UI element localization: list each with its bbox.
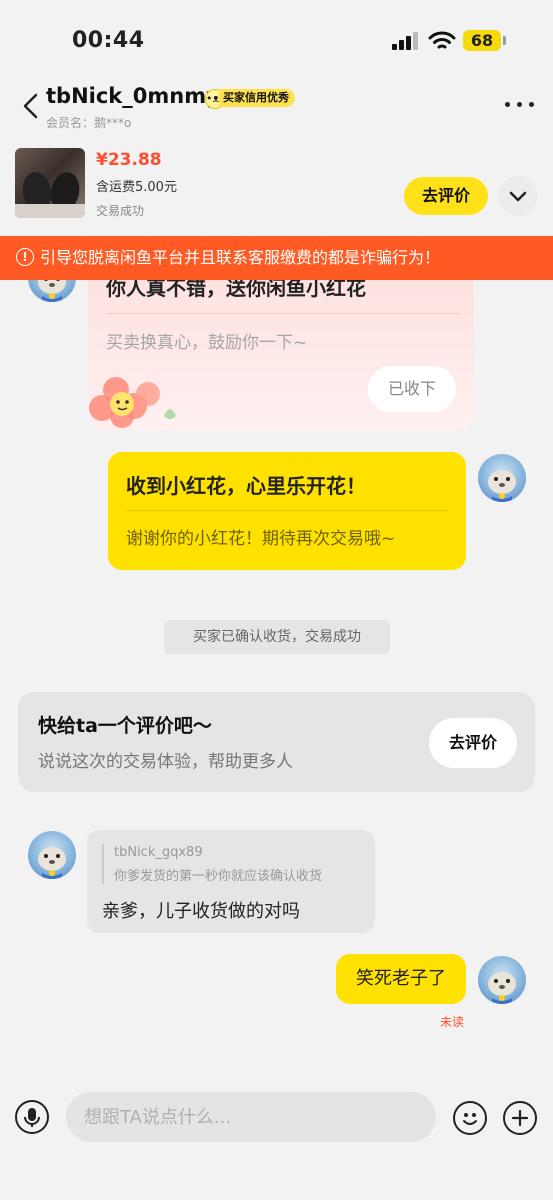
flower-card-subtitle: 买卖换真心，鼓励你一下~	[106, 333, 308, 353]
quote-bar	[102, 844, 104, 884]
chat-partner-nickname[interactable]: tbNick_0mnmy	[46, 84, 220, 108]
trade-status: 交易成功	[96, 204, 145, 218]
my-avatar[interactable]	[478, 956, 526, 1004]
review-button[interactable]: 去评价	[404, 177, 488, 215]
wifi-icon	[428, 31, 456, 49]
member-name: 会员名：鹅***o	[46, 116, 132, 130]
cellular-signal-icon	[392, 32, 420, 50]
received-button[interactable]: 已收下	[368, 366, 456, 412]
plus-icon[interactable]	[503, 1101, 537, 1135]
alert-circle-icon: !	[16, 248, 34, 266]
credit-badge[interactable]: 买家信用优秀	[219, 89, 295, 107]
status-time: 00:44	[72, 28, 145, 53]
microphone-icon[interactable]	[15, 1100, 49, 1134]
battery-tip	[503, 36, 506, 45]
fraud-warning-banner: ! 引导您脱离闲鱼平台并且联系客服缴费的都是诈骗行为！	[0, 236, 553, 280]
message-input[interactable]	[66, 1092, 436, 1142]
my-flower-reply-subtitle: 谢谢你的小红花！期待再次交易哦~	[126, 529, 396, 549]
smiley-icon[interactable]	[453, 1101, 487, 1135]
product-shipping: 含运费5.00元	[96, 180, 177, 195]
system-message: 买家已确认收货，交易成功	[164, 620, 390, 654]
battery-indicator: 68	[463, 30, 501, 51]
my-message-bubble[interactable]: 笑死老子了	[336, 954, 466, 1004]
flower-mascot-icon	[89, 377, 176, 428]
review-prompt-subtitle: 说说这次的交易体验，帮助更多人	[38, 752, 293, 772]
product-price: ¥23.88	[96, 150, 162, 170]
my-avatar[interactable]	[478, 454, 526, 502]
fraud-warning-text: 引导您脱离闲鱼平台并且联系客服缴费的都是诈骗行为！	[40, 248, 441, 267]
chevron-left-icon[interactable]	[20, 92, 44, 120]
my-flower-reply-title: 收到小红花，心里乐开花！	[126, 474, 366, 498]
chevron-down-icon[interactable]	[498, 176, 538, 216]
review-prompt-button[interactable]: 去评价	[429, 718, 517, 768]
review-prompt-title: 快给ta一个评价吧～	[38, 715, 212, 737]
read-status: 未读	[440, 1015, 465, 1029]
more-dots-icon[interactable]	[505, 100, 535, 110]
divider	[106, 313, 460, 314]
quote-reply-text: 亲爹，儿子收货做的对吗	[102, 901, 300, 922]
product-thumbnail[interactable]	[15, 148, 85, 218]
quoted-name: tbNick_gqx89	[114, 845, 203, 860]
quoted-text: 你爹发货的第一秒你就应该确认收货	[114, 869, 323, 884]
divider	[126, 510, 448, 511]
partner-avatar[interactable]	[28, 831, 76, 879]
